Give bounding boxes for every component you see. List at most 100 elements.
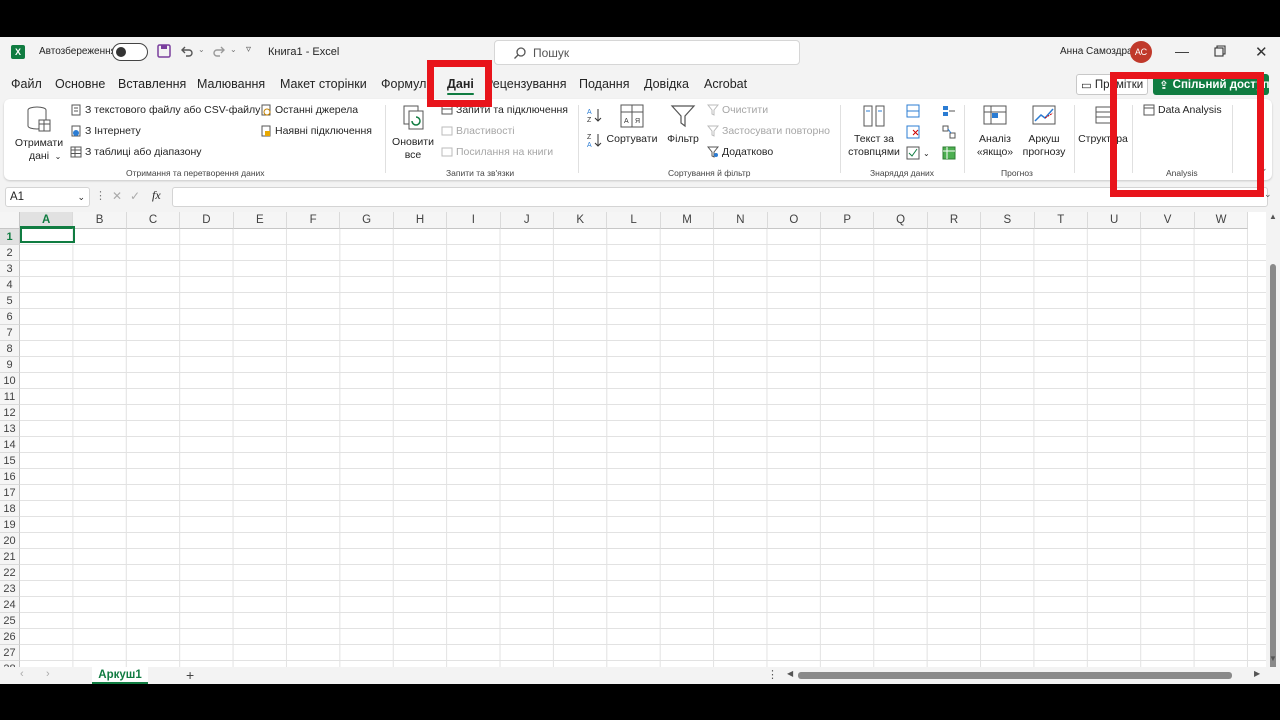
minimize-icon[interactable]: — [1175,43,1189,59]
tab-file[interactable]: Файл [11,77,42,91]
scroll-right-icon[interactable]: ▶ [1254,669,1260,678]
filter-button[interactable]: Фільтр [664,103,702,146]
row-header[interactable]: 2 [0,245,20,261]
row-header[interactable]: 5 [0,293,20,309]
row-header[interactable]: 17 [0,485,20,501]
sheet-tab-1[interactable]: Аркуш1 [92,667,148,684]
what-if-button[interactable]: Аналіз «якщо» [970,103,1020,159]
edit-links-button[interactable]: Посилання на книги [441,146,553,158]
add-sheet-icon[interactable]: + [186,667,194,683]
data-analysis-button[interactable]: Data Analysis [1143,104,1222,116]
insert-function-icon[interactable]: fx [152,188,161,203]
column-header[interactable]: B [73,212,127,229]
column-header[interactable]: L [607,212,661,229]
row-header[interactable]: 21 [0,549,20,565]
column-header[interactable]: E [233,212,287,229]
clear-filter-button[interactable]: Очистити [706,104,768,116]
row-header[interactable]: 26 [0,629,20,645]
worksheet-grid[interactable]: ABCDEFGHIJKLMNOPQRSTUVW 1 2 3 4 5 6 7 8 9 10 11 12 1… [0,212,1266,667]
tab-formulas[interactable]: Формули [381,77,433,91]
column-header[interactable]: I [447,212,501,229]
vertical-scrollbar[interactable]: ▲ ▼ [1266,212,1280,676]
tab-help[interactable]: Довідка [644,77,689,91]
tab-page-layout[interactable]: Макет сторінки [280,77,367,91]
outline-button[interactable]: Структура [1076,103,1130,146]
column-header[interactable]: K [554,212,608,229]
column-header[interactable]: R [927,212,982,229]
queries-connections-button[interactable]: Запити та підключення [441,104,568,116]
column-header[interactable]: C [126,212,181,229]
column-header[interactable]: N [714,212,768,229]
sheet-bar-options-icon[interactable]: ⋮ [767,668,778,681]
scroll-down-icon[interactable]: ▼ [1269,654,1277,663]
column-header[interactable]: J [500,212,554,229]
user-avatar[interactable]: АС [1130,41,1152,63]
row-header[interactable]: 13 [0,421,20,437]
row-header[interactable]: 3 [0,261,20,277]
redo-icon[interactable] [212,44,226,58]
row-header[interactable]: 10 [0,373,20,389]
column-header[interactable]: U [1088,212,1142,229]
tab-home[interactable]: Основне [55,77,105,91]
undo-icon[interactable] [180,44,194,58]
close-icon[interactable]: ✕ [1255,43,1268,61]
collapse-ribbon-icon[interactable]: ⌄ [1260,163,1268,174]
column-header[interactable]: T [1034,212,1088,229]
from-web-button[interactable]: З Інтернету [70,125,141,137]
row-header[interactable]: 1 [0,229,20,245]
scroll-up-icon[interactable]: ▲ [1269,212,1277,221]
tab-draw[interactable]: Малювання [197,77,265,91]
sort-desc-button[interactable]: ZA [587,132,603,148]
row-header[interactable]: 6 [0,309,20,325]
sort-button[interactable]: AЯ Сортувати [606,103,658,146]
save-icon[interactable] [157,44,171,58]
restore-icon[interactable] [1214,45,1226,57]
column-header[interactable]: G [340,212,394,229]
search-box[interactable]: Пошук [494,40,800,65]
row-header[interactable]: 16 [0,469,20,485]
tab-view[interactable]: Подання [579,77,629,91]
row-header[interactable]: 7 [0,325,20,341]
row-header[interactable]: 11 [0,389,20,405]
recent-sources-button[interactable]: Останні джерела [260,104,358,116]
tab-insert[interactable]: Вставлення [118,77,186,91]
tab-acrobat[interactable]: Acrobat [704,77,747,91]
undo-dropdown-icon[interactable]: ⌄ [198,45,205,54]
consolidate-button[interactable] [942,104,956,118]
prev-sheet-icon[interactable]: ‹ [20,668,24,680]
text-to-columns-button[interactable]: Текст за стовпцями [844,103,904,159]
horizontal-scroll-thumb[interactable] [798,672,1232,679]
properties-button[interactable]: Властивості [441,125,515,137]
row-header[interactable]: 8 [0,341,20,357]
from-text-csv-button[interactable]: З текстового файлу або CSV-файлу [70,104,260,116]
row-header[interactable]: 23 [0,581,20,597]
sort-asc-button[interactable]: AZ [587,107,603,123]
flash-fill-button[interactable] [906,104,920,118]
row-header[interactable]: 12 [0,405,20,421]
column-header[interactable]: W [1194,212,1249,229]
tab-review[interactable]: Рецензування [485,77,566,91]
scroll-left-icon[interactable]: ◀ [787,669,793,678]
row-header[interactable]: 18 [0,501,20,517]
next-sheet-icon[interactable]: › [46,668,50,680]
row-header[interactable]: 15 [0,453,20,469]
column-header[interactable]: V [1141,212,1195,229]
row-header[interactable]: 25 [0,613,20,629]
cancel-entry-icon[interactable]: ✕ [112,189,122,203]
advanced-filter-button[interactable]: Додатково [706,146,773,158]
remove-duplicates-button[interactable] [906,125,920,139]
active-cell[interactable] [20,226,75,243]
formula-input[interactable] [172,187,1268,207]
column-header[interactable]: Q [874,212,928,229]
data-model-button[interactable] [942,146,956,160]
column-header[interactable]: O [767,212,821,229]
row-header[interactable]: 27 [0,645,20,661]
column-header[interactable]: S [981,212,1035,229]
column-header[interactable]: P [821,212,875,229]
forecast-sheet-button[interactable]: Аркуш прогнозу [1019,103,1069,159]
cell-area[interactable] [20,229,1266,667]
row-header[interactable]: 9 [0,357,20,373]
expand-formula-bar-icon[interactable]: ⌄ [1264,189,1272,200]
from-table-range-button[interactable]: З таблиці або діапазону [70,146,202,158]
get-data-button[interactable]: Отримати дані ⌄ [14,105,64,163]
